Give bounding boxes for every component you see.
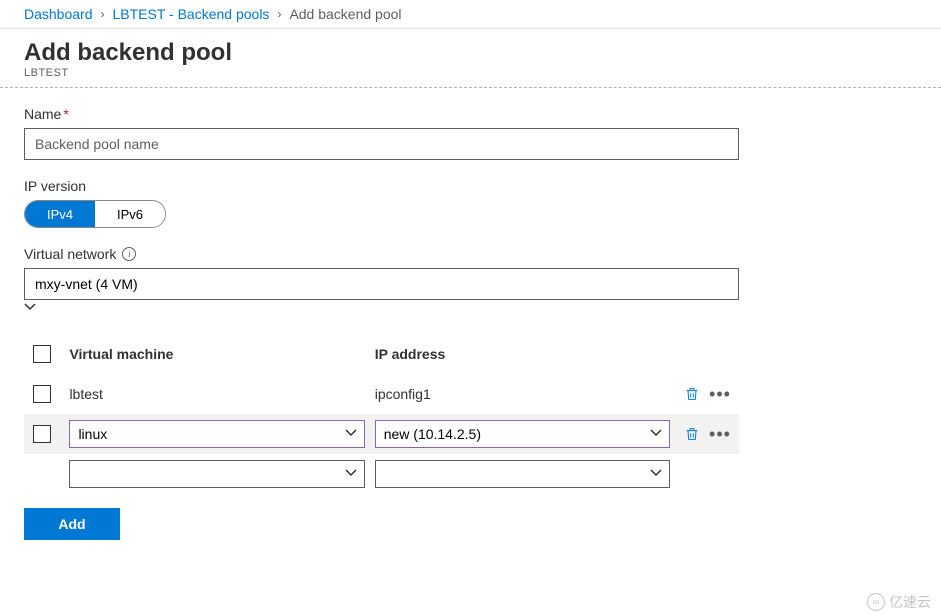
col-header-vm: Virtual machine xyxy=(69,346,364,362)
ipversion-toggle: IPv4 IPv6 xyxy=(24,200,166,228)
breadcrumb: Dashboard › LBTEST - Backend pools › Add… xyxy=(0,0,941,29)
ipversion-option-ipv6[interactable]: IPv6 xyxy=(95,201,165,227)
row-more-button[interactable]: ••• xyxy=(708,382,732,406)
vm-select[interactable] xyxy=(69,460,364,488)
name-label: Name* xyxy=(24,106,917,122)
vnet-select[interactable]: mxy-vnet (4 VM) xyxy=(24,268,739,300)
row-checkbox[interactable] xyxy=(33,385,51,403)
ip-select-value: new (10.14.2.5) xyxy=(384,426,481,442)
breadcrumb-link-backend-pools[interactable]: LBTEST - Backend pools xyxy=(113,6,270,22)
watermark-text: 亿速云 xyxy=(889,592,931,612)
vm-select-wrap xyxy=(69,460,364,488)
grid-row xyxy=(24,454,739,494)
watermark: ∞ 亿速云 xyxy=(867,592,931,612)
more-icon: ••• xyxy=(709,425,731,443)
name-field: Name* xyxy=(24,106,917,160)
vnet-label-row: Virtual network i xyxy=(24,246,917,262)
form: Name* IP version IPv4 IPv6 Virtual netwo… xyxy=(0,88,941,558)
page-header: Add backend pool LBTEST xyxy=(0,29,941,88)
chevron-right-icon: › xyxy=(277,7,281,21)
ipversion-option-ipv4[interactable]: IPv4 xyxy=(25,201,95,227)
page-title: Add backend pool xyxy=(24,39,917,67)
vnet-select-value: mxy-vnet (4 VM) xyxy=(35,276,138,292)
chevron-down-icon xyxy=(650,466,662,482)
chevron-right-icon: › xyxy=(101,7,105,21)
ip-select-wrap: new (10.14.2.5) xyxy=(375,420,670,448)
vm-select-value: linux xyxy=(78,426,107,442)
watermark-icon: ∞ xyxy=(867,593,885,611)
delete-row-button[interactable] xyxy=(680,382,704,406)
row-checkbox[interactable] xyxy=(33,425,51,443)
required-indicator: * xyxy=(63,106,68,122)
breadcrumb-link-dashboard[interactable]: Dashboard xyxy=(24,6,93,22)
ip-select[interactable]: new (10.14.2.5) xyxy=(375,420,670,448)
vm-cell: lbtest xyxy=(69,386,364,402)
vm-select-wrap: linux xyxy=(69,420,364,448)
ip-select-wrap xyxy=(375,460,670,488)
chevron-down-icon xyxy=(650,426,662,442)
page-subtitle: LBTEST xyxy=(24,67,917,79)
grid-header-row: Virtual machine IP address xyxy=(24,334,739,374)
add-button[interactable]: Add xyxy=(24,508,120,540)
breadcrumb-current: Add backend pool xyxy=(289,6,401,22)
chevron-down-icon xyxy=(345,426,357,442)
grid-row: linux new (10.14.2.5) ••• xyxy=(24,414,739,454)
name-input[interactable] xyxy=(24,128,739,160)
row-more-button[interactable]: ••• xyxy=(708,422,732,446)
vm-select[interactable]: linux xyxy=(69,420,364,448)
delete-row-button[interactable] xyxy=(680,422,704,446)
col-header-ip: IP address xyxy=(375,346,670,362)
chevron-down-icon xyxy=(24,300,36,316)
ip-select[interactable] xyxy=(375,460,670,488)
vnet-field: Virtual network i mxy-vnet (4 VM) xyxy=(24,246,917,316)
ip-cell: ipconfig1 xyxy=(375,386,670,402)
name-label-text: Name xyxy=(24,106,61,122)
chevron-down-icon xyxy=(345,466,357,482)
vnet-select-wrap: mxy-vnet (4 VM) xyxy=(24,268,739,316)
info-icon[interactable]: i xyxy=(122,247,136,261)
grid-row: lbtest ipconfig1 ••• xyxy=(24,374,739,414)
ipversion-label: IP version xyxy=(24,178,917,194)
select-all-checkbox[interactable] xyxy=(33,345,51,363)
vm-grid: Virtual machine IP address lbtest ipconf… xyxy=(24,334,739,494)
more-icon: ••• xyxy=(709,385,731,403)
ipversion-field: IP version IPv4 IPv6 xyxy=(24,178,917,228)
vnet-label: Virtual network xyxy=(24,246,116,262)
